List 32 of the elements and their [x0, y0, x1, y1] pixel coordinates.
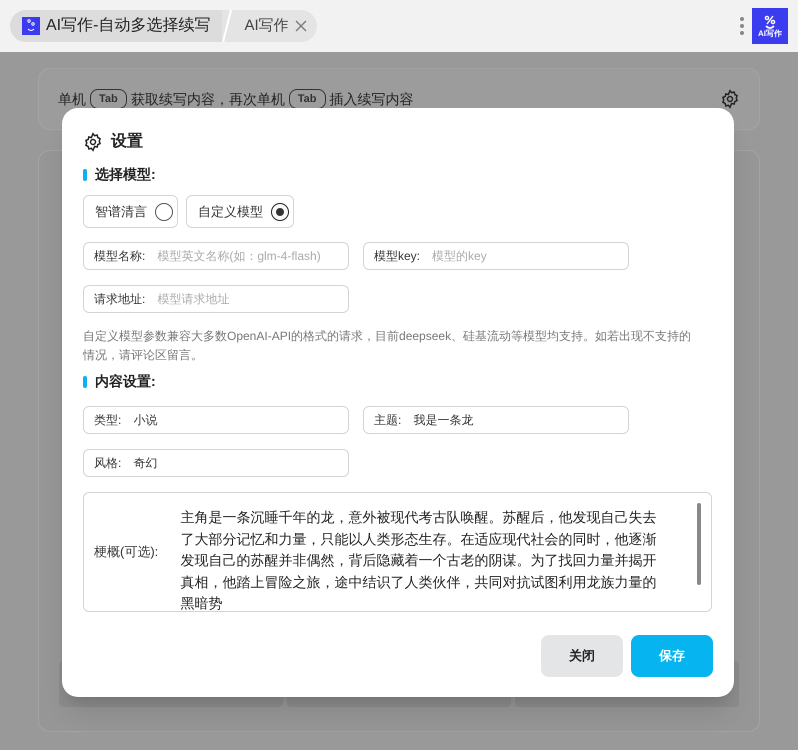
section-heading: 选择模型: [95, 165, 156, 184]
close-icon[interactable] [294, 20, 307, 32]
settings-icon [83, 132, 103, 152]
input-field[interactable]: 主题: 我是一条龙 [363, 406, 629, 434]
synopsis-text: 主角是一条沉睡千年的龙，意外被现代考古队唤醒。苏醒后，他发现自己失去了大部分记忆和力量，只能以人类形态生存。在适应现代社会的同时，他逐渐发现自己的苏醒并非偶然，背后隐藏着一个古老的阴谋。为了找回力量并揭开真相，他踏上冒险之旅，途中结识了人类伙伴，共同对抗试图利用龙族力量的黑暗势 [180, 508, 658, 613]
accent-bar [83, 168, 87, 180]
tab[interactable]: AI写作 [232, 10, 317, 42]
close-button[interactable]: 关闭 [541, 635, 623, 677]
radio-option[interactable]: 自定义模型 [186, 195, 294, 228]
hint-text: 获取续写内容，再次单机 [130, 90, 285, 108]
more-icon[interactable] [740, 16, 744, 36]
app-label: AI写作 [758, 30, 782, 38]
input-field[interactable]: 模型名称: 模型英文名称(如：glm-4-flash) [83, 242, 349, 270]
dialog-title: 设置 [111, 132, 143, 152]
accent-bar [83, 376, 87, 388]
tab[interactable]: AI写作-自动多选择续写 [10, 10, 222, 42]
input-field[interactable]: 风格: 奇幻 [83, 449, 349, 477]
synopsis-field[interactable]: 梗概(可选): 主角是一条沉睡千年的龙，意外被现代考古队唤醒。苏醒后，他发现自己失去了大部分记忆和力量，只能以人类形态生存。在适应现代社会的同时，他逐渐发现自己的苏醒并非偶然，背后隐藏着一个古老的阴谋。为了找回力量并揭开真相，他踏上冒险之旅，途中结识了人类伙伴，共同对抗试图利用龙族力量的黑暗势 [83, 492, 712, 612]
input-field[interactable]: 类型: 小说 [83, 406, 349, 434]
settings-icon[interactable] [720, 89, 740, 109]
input-field[interactable]: 请求地址: 模型请求地址 [83, 285, 349, 313]
section-heading: 内容设置: [95, 372, 156, 391]
radio-icon[interactable] [271, 202, 289, 220]
hint-text: 单机 [58, 90, 86, 108]
help-text: 自定义模型参数兼容大多数OpenAI-API的格式的请求，目前deepseek、硅基流动等模型均支持。如若出现不支持的情况，请评论区留言。 [83, 328, 692, 364]
tab-separator [222, 10, 232, 42]
app-badge[interactable]: AI写作 [752, 8, 788, 44]
radio-option[interactable]: 智谱清言 [83, 195, 178, 228]
smile-logo-icon [762, 14, 778, 30]
input-field[interactable]: 模型key: 模型的key [363, 242, 629, 270]
hint-text: 插入续写内容 [330, 90, 414, 108]
radio-icon[interactable] [155, 202, 173, 220]
